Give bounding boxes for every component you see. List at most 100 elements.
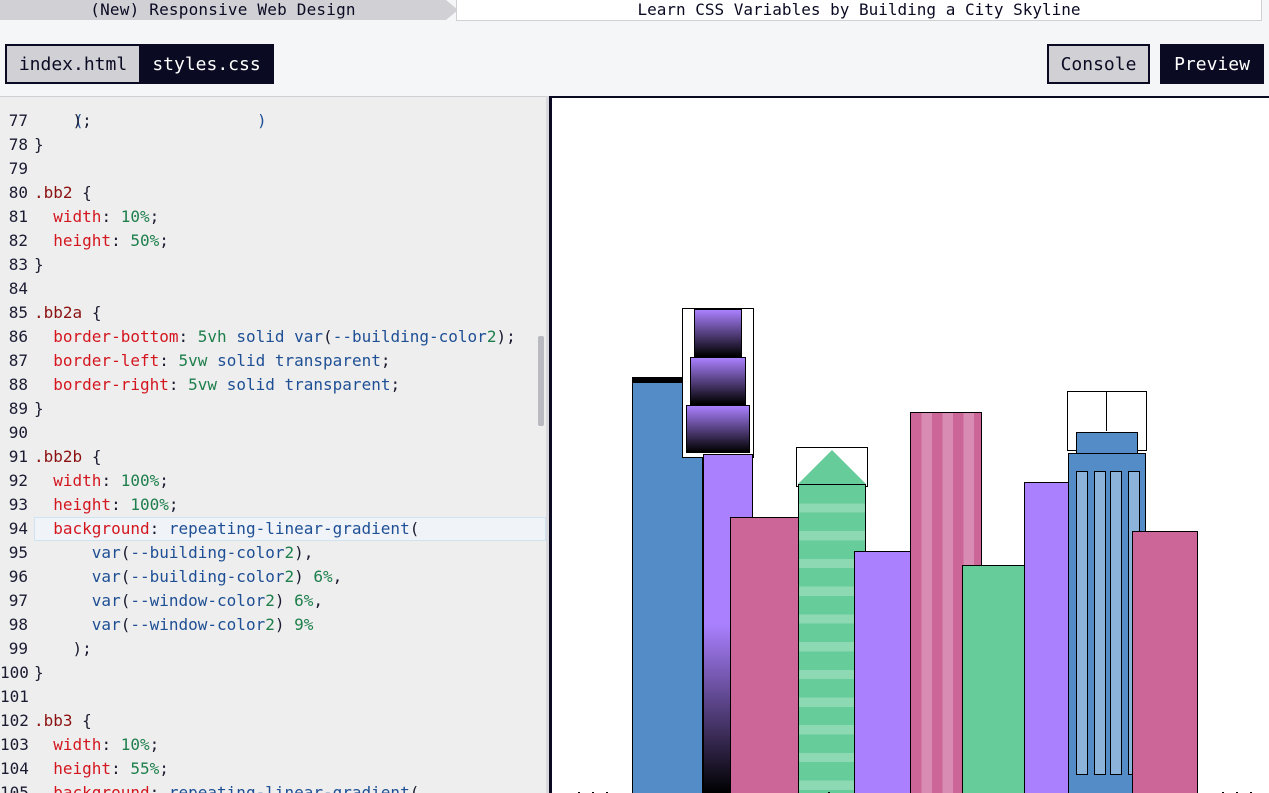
line-number: 102 <box>0 711 29 730</box>
tab-index-html[interactable]: index.html <box>5 44 139 84</box>
line-number: 86 <box>8 327 28 346</box>
code-line[interactable]: 78} <box>0 133 546 157</box>
building-pink-2 <box>1132 531 1198 793</box>
line-number: 81 <box>8 207 28 226</box>
code-text: height: 50%; <box>53 231 169 250</box>
line-number: 90 <box>8 423 28 442</box>
code-line[interactable]: 87 border-left: 5vw solid transparent; <box>0 349 546 373</box>
code-line[interactable]: 95 var(--building-color2), <box>0 541 546 565</box>
code-line[interactable]: 101 <box>0 685 546 709</box>
code-text: } <box>34 255 44 274</box>
code-line[interactable]: 91 .bb2b { <box>0 445 546 469</box>
code-line[interactable]: 85 .bb2a { <box>0 301 546 325</box>
line-number: 83 <box>8 255 28 274</box>
code-text: } <box>34 663 44 682</box>
line-number: 78 <box>8 135 28 154</box>
building-bb4-window-1 <box>1076 471 1088 775</box>
code-line[interactable]: 82 height: 50%; <box>0 229 546 253</box>
code-text: height: 55%; <box>53 759 169 778</box>
code-line[interactable]: 90 <box>0 421 546 445</box>
line-number: 87 <box>8 351 28 370</box>
code-text: .bb2 { <box>34 183 92 202</box>
code-line[interactable]: 86 border-bottom: 5vh solid var(--buildi… <box>0 325 546 349</box>
building-bb4a <box>1076 432 1138 454</box>
line-number: 103 <box>0 735 29 754</box>
breadcrumb-lesson[interactable]: Learn CSS Variables by Building a City S… <box>456 0 1262 21</box>
code-line[interactable]: 104 height: 55%; <box>0 757 546 781</box>
line-number: 105 <box>0 783 29 793</box>
code-text: background: repeating-linear-gradient( <box>53 783 420 793</box>
code-line[interactable]: 93 height: 100%; <box>0 493 546 517</box>
code-line[interactable]: 94 background: repeating-linear-gradient… <box>0 517 546 541</box>
breadcrumb-course[interactable]: (New) Responsive Web Design <box>0 0 446 20</box>
code-editor[interactable]: ( ) 77 ); 78} 79 80 .bb2 {81 width: 10%; 82 h… <box>0 96 546 793</box>
line-number: 79 <box>8 159 28 178</box>
code-line[interactable]: 88 border-right: 5vw solid transparent; <box>0 373 546 397</box>
line-number: 98 <box>8 615 28 634</box>
code-text: width: 10%; <box>53 735 160 754</box>
line-number: 85 <box>8 303 28 322</box>
code-line[interactable]: 79 <box>0 157 546 181</box>
code-line[interactable]: 77 ); <box>0 109 546 133</box>
code-text: ); <box>34 639 92 658</box>
code-text: var(--window-color2) 9% <box>91 615 314 634</box>
code-text: var(--building-color2) 6%, <box>91 567 343 586</box>
line-number: 104 <box>0 759 29 778</box>
line-number: 97 <box>8 591 28 610</box>
code-line[interactable]: 89} <box>0 397 546 421</box>
line-number: 101 <box>0 687 29 706</box>
code-text: .bb2a { <box>34 303 102 322</box>
building-bb4-window-2 <box>1094 471 1106 775</box>
line-number: 80 <box>8 183 28 202</box>
line-number: 77 <box>8 111 28 130</box>
line-number: 100 <box>0 663 29 682</box>
code-text: width: 10%; <box>53 207 160 226</box>
preview-button[interactable]: Preview <box>1160 44 1264 84</box>
tab-styles-css[interactable]: styles.css <box>139 44 274 84</box>
building-bb1c <box>686 405 750 453</box>
line-number: 93 <box>8 495 28 514</box>
building-bb1b <box>690 357 746 405</box>
code-text: var(--building-color2), <box>91 543 314 562</box>
code-line[interactable]: 96 var(--building-color2) 6%, <box>0 565 546 589</box>
code-line[interactable]: 99 ); <box>0 637 546 661</box>
line-number: 95 <box>8 543 28 562</box>
building-bb2a-roof <box>798 450 866 484</box>
code-line[interactable]: 84 <box>0 277 546 301</box>
line-number: 82 <box>8 231 28 250</box>
building-bb4-window-3 <box>1110 471 1122 775</box>
line-number: 84 <box>8 279 28 298</box>
code-text: border-right: 5vw solid transparent; <box>53 375 401 394</box>
line-number: 88 <box>8 375 28 394</box>
code-line[interactable]: 103 width: 10%; <box>0 733 546 757</box>
preview-pane <box>549 96 1269 793</box>
code-line[interactable]: 102 .bb3 { <box>0 709 546 733</box>
building-bb4-divider <box>1106 391 1107 431</box>
code-line[interactable]: 92 width: 100%; <box>0 469 546 493</box>
code-text: border-left: 5vw solid transparent; <box>53 351 391 370</box>
code-line-partial: ( ) <box>74 111 267 130</box>
breadcrumb: (New) Responsive Web Design Learn CSS Va… <box>0 0 1269 22</box>
line-number: 94 <box>8 519 28 538</box>
code-line[interactable]: 81 width: 10%; <box>0 205 546 229</box>
line-number: 96 <box>8 567 28 586</box>
code-line[interactable]: 98 var(--window-color2) 9% <box>0 613 546 637</box>
console-button[interactable]: Console <box>1047 44 1150 84</box>
code-line[interactable]: 105 background: repeating-linear-gradien… <box>0 781 546 793</box>
code-line[interactable]: 83} <box>0 253 546 277</box>
code-text: .bb3 { <box>34 711 92 730</box>
code-text: width: 100%; <box>53 471 169 490</box>
code-line[interactable]: 80 .bb2 { <box>0 181 546 205</box>
code-text: } <box>34 399 44 418</box>
code-text: var(--window-color2) 6%, <box>91 591 324 610</box>
code-text: .bb2b { <box>34 447 102 466</box>
line-number: 99 <box>8 639 28 658</box>
code-text: } <box>34 135 44 154</box>
line-number: 91 <box>8 447 28 466</box>
code-text: border-bottom: 5vh solid var(--building-… <box>53 327 516 346</box>
building-pink-1 <box>730 517 802 793</box>
code-text: background: repeating-linear-gradient( <box>53 519 420 538</box>
code-line[interactable]: 100} <box>0 661 546 685</box>
editor-scrollbar-thumb[interactable] <box>538 336 544 426</box>
code-line[interactable]: 97 var(--window-color2) 6%, <box>0 589 546 613</box>
